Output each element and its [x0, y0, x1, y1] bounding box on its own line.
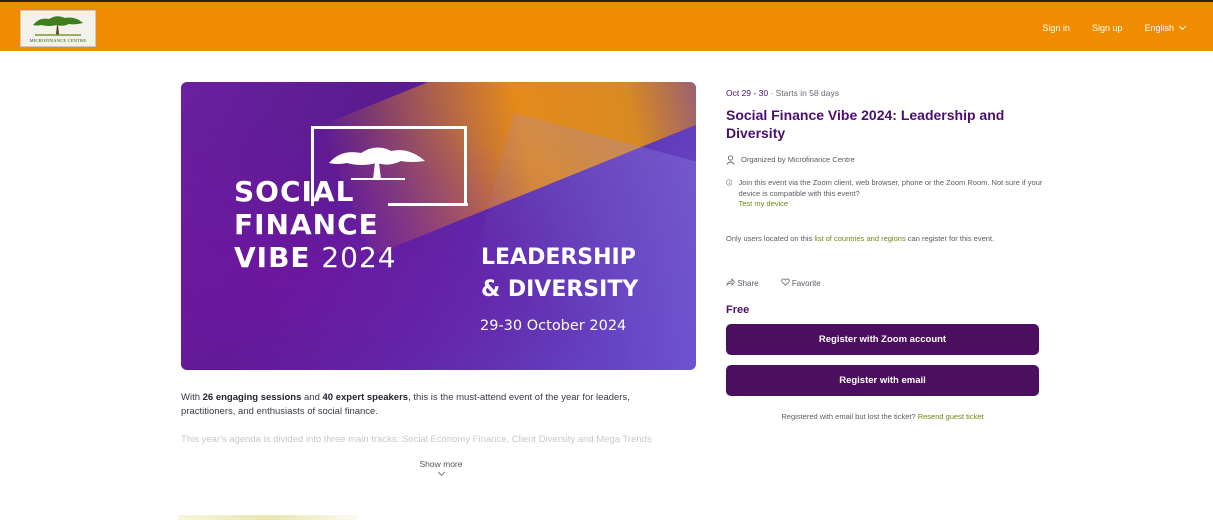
join-info-text-block: Join this event via the Zoom client, web… — [738, 178, 1046, 210]
separator-dot: · — [770, 88, 774, 98]
restriction-text: can register for this event. — [905, 234, 995, 243]
event-banner-image: SOCIAL FINANCE VIBE 2024 LEADERSHIP & DI… — [181, 82, 696, 370]
logo-text: MICROFINANCE CENTRE — [29, 38, 87, 43]
favorite-label: Favorite — [791, 279, 821, 288]
share-label: Share — [737, 279, 759, 288]
price-label: Free — [726, 304, 750, 316]
desc-text: and — [301, 392, 323, 403]
desc-text: With — [181, 392, 203, 403]
location-restriction: Only users located on this list of count… — [726, 233, 1046, 244]
event-actions: Share Favorite — [726, 277, 821, 288]
banner-subtitle-line2: & DIVERSITY — [481, 277, 639, 302]
banner-title-line1: SOCIAL — [234, 175, 355, 208]
next-section-image-edge — [178, 515, 358, 520]
desc-speakers: 40 expert speakers — [322, 392, 409, 403]
banner-subtitle: LEADERSHIP & DIVERSITY — [481, 242, 638, 306]
microfinance-centre-logo[interactable]: MICROFINANCE CENTRE — [20, 10, 96, 47]
language-label: English — [1144, 23, 1174, 33]
organizer-row: Organized by Microfinance Centre — [726, 155, 855, 165]
event-when: Oct 29 - 30 · Starts in 58 days — [726, 88, 1046, 98]
tree-logo-icon — [33, 16, 83, 36]
resend-ticket-link[interactable]: Resend guest ticket — [918, 412, 984, 421]
share-icon — [726, 277, 736, 287]
heart-icon — [780, 278, 790, 286]
banner-date: 29-30 October 2024 — [480, 318, 627, 334]
show-more-button[interactable]: Show more — [417, 459, 465, 477]
test-device-link[interactable]: Test my device — [738, 199, 1046, 210]
restriction-text: Only users located on this — [726, 234, 815, 243]
banner-line — [388, 203, 468, 206]
organizer-text[interactable]: Organized by Microfinance Centre — [741, 155, 855, 164]
banner-title-line3: VIBE 2024 — [234, 241, 397, 274]
sign-up-link[interactable]: Sign up — [1092, 23, 1123, 33]
banner-title: SOCIAL FINANCE VIBE 2024 — [234, 175, 397, 274]
header-nav: Sign in Sign up English — [1042, 22, 1187, 33]
language-selector[interactable]: English — [1144, 22, 1187, 33]
desc-sessions: 26 engaging sessions — [202, 392, 302, 403]
banner-title-year: 2024 — [321, 241, 397, 274]
starts-in: Starts in 58 days — [775, 88, 839, 98]
event-details-panel: Oct 29 - 30 · Starts in 58 days Social F… — [726, 88, 1046, 421]
event-description: With 26 engaging sessions and 40 expert … — [181, 391, 681, 419]
share-button[interactable]: Share — [726, 277, 759, 288]
info-icon — [726, 179, 733, 186]
lost-ticket-text: Registered with email but lost the ticke… — [781, 412, 918, 421]
banner-subtitle-line1: LEADERSHIP — [481, 245, 636, 270]
join-info-text: Join this event via the Zoom client, web… — [738, 178, 1043, 198]
banner-title-line2: FINANCE — [234, 208, 379, 241]
lost-ticket-row: Registered with email but lost the ticke… — [726, 412, 1039, 421]
top-navigation-bar: MICROFINANCE CENTRE Sign in Sign up Engl… — [0, 0, 1213, 51]
chevron-down-icon — [437, 468, 445, 477]
event-dates: Oct 29 - 30 — [726, 88, 769, 98]
description-faded-text: This year's agenda is divided into three… — [181, 434, 652, 445]
banner-title-vibe: VIBE — [234, 241, 311, 274]
event-title: Social Finance Vibe 2024: Leadership and… — [726, 107, 1005, 141]
favorite-button[interactable]: Favorite — [780, 278, 821, 288]
countries-list-link[interactable]: list of countries and regions — [814, 234, 905, 243]
register-email-button[interactable]: Register with email — [726, 365, 1039, 396]
register-zoom-button[interactable]: Register with Zoom account — [726, 324, 1039, 355]
person-icon — [726, 155, 735, 165]
chevron-down-icon — [1178, 22, 1187, 31]
sign-in-link[interactable]: Sign in — [1042, 23, 1070, 33]
join-info-row: Join this event via the Zoom client, web… — [726, 178, 1046, 210]
